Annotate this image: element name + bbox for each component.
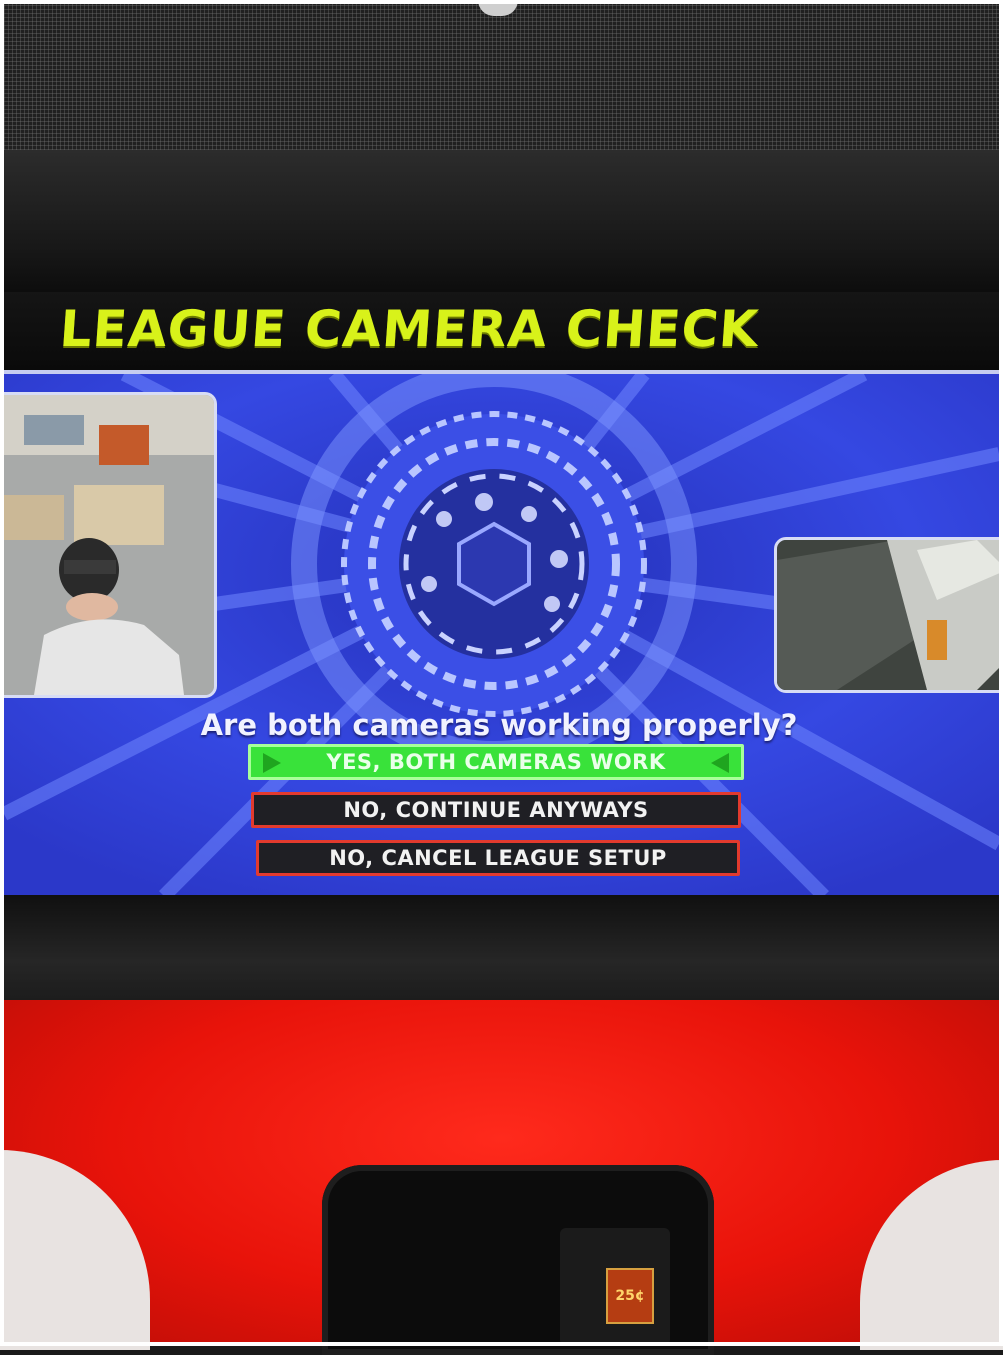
game-screen: LEAGUE CAMERA CHECK Are both cameras wor… — [4, 292, 999, 896]
yes-button-label: YES, BOTH CAMERAS WORK — [326, 750, 666, 774]
player-camera-feed-icon — [4, 395, 214, 695]
screen-bezel-top — [0, 150, 1003, 295]
grille-bolt — [478, 0, 518, 16]
coin-price: 25¢ — [615, 1288, 645, 1304]
player-camera-feed — [4, 392, 217, 698]
yes-both-cameras-work-button[interactable]: YES, BOTH CAMERAS WORK — [248, 744, 744, 780]
lane-camera-feed-icon — [777, 540, 999, 690]
cancel-button-label: NO, CANCEL LEAGUE SETUP — [329, 846, 667, 870]
coin-slot[interactable]: 25¢ — [606, 1268, 654, 1324]
continue-button-label: NO, CONTINUE ANYWAYS — [343, 798, 649, 822]
screen-title: LEAGUE CAMERA CHECK — [57, 300, 761, 358]
screen-bezel-bottom — [0, 895, 1003, 1005]
no-cancel-league-setup-button[interactable]: NO, CANCEL LEAGUE SETUP — [256, 840, 740, 876]
speaker-grille — [0, 0, 1003, 150]
selection-arrow-left-icon — [263, 753, 281, 773]
no-continue-anyways-button[interactable]: NO, CONTINUE ANYWAYS — [251, 792, 741, 828]
lane-camera-feed — [774, 537, 999, 693]
title-bar: LEAGUE CAMERA CHECK — [4, 292, 999, 374]
camera-check-prompt: Are both cameras working properly? — [200, 708, 798, 742]
selection-arrow-right-icon — [711, 753, 729, 773]
